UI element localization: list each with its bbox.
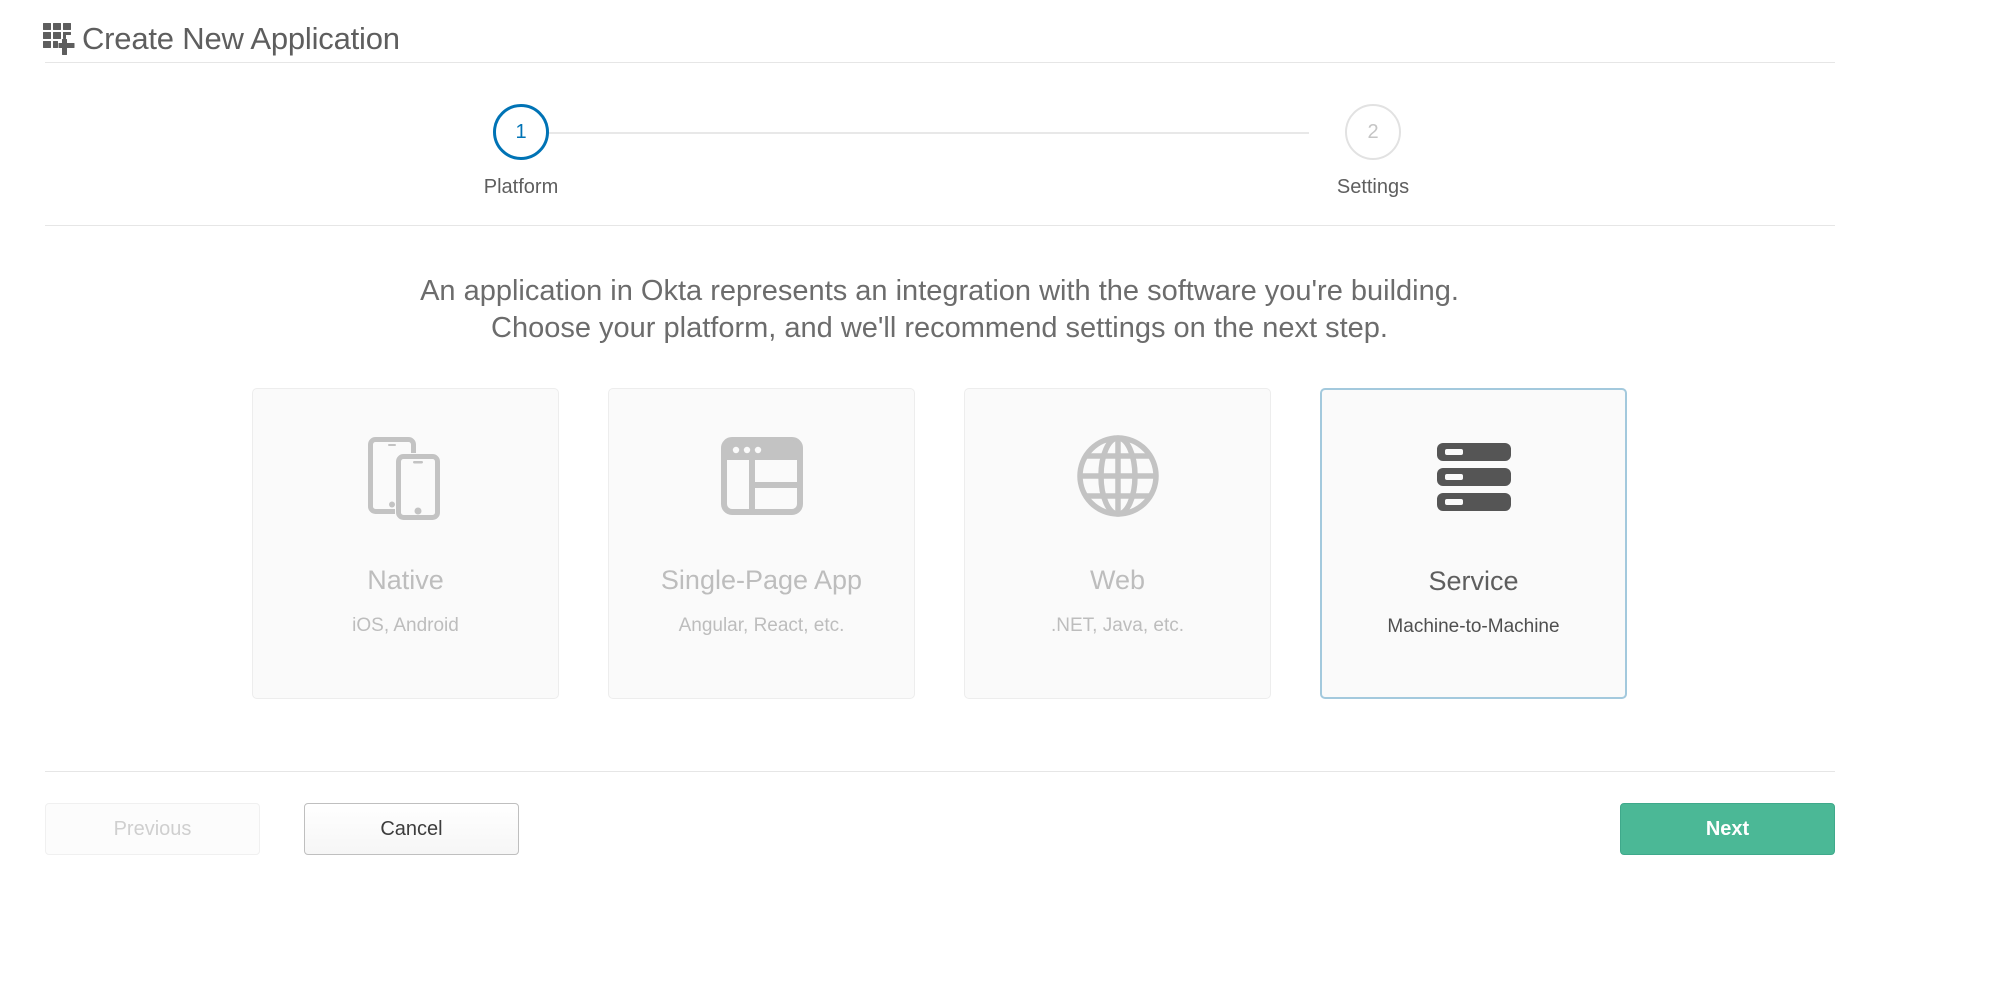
step-2-bubble[interactable]: 2	[1345, 104, 1401, 160]
step-2-number: 2	[1367, 121, 1378, 144]
app-grid-plus-icon	[36, 17, 78, 59]
intro-text: An application in Okta represents an int…	[0, 226, 1879, 347]
step-1-label: Platform	[451, 176, 591, 199]
step-1-number: 1	[515, 121, 526, 144]
platform-card-single-page-app-title: Single-Page App	[661, 565, 862, 596]
stepper-region: 1 Platform 2 Settings	[0, 63, 1999, 225]
devices-icon	[367, 401, 445, 551]
platform-card-single-page-app[interactable]: Single-Page App Angular, React, etc.	[608, 388, 915, 699]
step-1-bubble[interactable]: 1	[493, 104, 549, 160]
intro-line-1: An application in Okta represents an int…	[0, 273, 1879, 310]
platform-card-web[interactable]: Web .NET, Java, etc.	[964, 388, 1271, 699]
previous-button[interactable]: Previous	[45, 803, 260, 855]
next-button[interactable]: Next	[1620, 803, 1835, 855]
platform-card-service-title: Service	[1428, 566, 1518, 597]
platform-card-service[interactable]: Service Machine-to-Machine	[1320, 388, 1627, 699]
platform-card-native-subtitle: iOS, Android	[352, 615, 459, 637]
platform-card-list: Native iOS, Android Single-Page App Angu…	[0, 388, 1879, 699]
server-icon	[1437, 402, 1511, 552]
platform-card-web-subtitle: .NET, Java, etc.	[1051, 615, 1184, 637]
platform-card-native[interactable]: Native iOS, Android	[252, 388, 559, 699]
step-settings[interactable]: 2 Settings	[1303, 89, 1443, 199]
browser-layout-icon	[721, 401, 803, 551]
platform-card-native-title: Native	[367, 565, 444, 596]
step-2-label: Settings	[1303, 176, 1443, 199]
stepper: 1 Platform 2 Settings	[451, 89, 1371, 197]
cancel-button[interactable]: Cancel	[304, 803, 519, 855]
wizard-footer: Previous Cancel Next	[0, 772, 1835, 855]
platform-card-web-title: Web	[1090, 565, 1145, 596]
platform-card-service-subtitle: Machine-to-Machine	[1387, 616, 1559, 638]
page-title: Create New Application	[82, 23, 400, 54]
step-platform[interactable]: 1 Platform	[451, 89, 591, 199]
intro-line-2: Choose your platform, and we'll recommen…	[0, 310, 1879, 347]
globe-icon	[1076, 401, 1160, 551]
page-header: Create New Application	[0, 0, 1999, 62]
platform-card-single-page-app-subtitle: Angular, React, etc.	[679, 615, 845, 637]
stepper-connector-line	[513, 132, 1309, 134]
